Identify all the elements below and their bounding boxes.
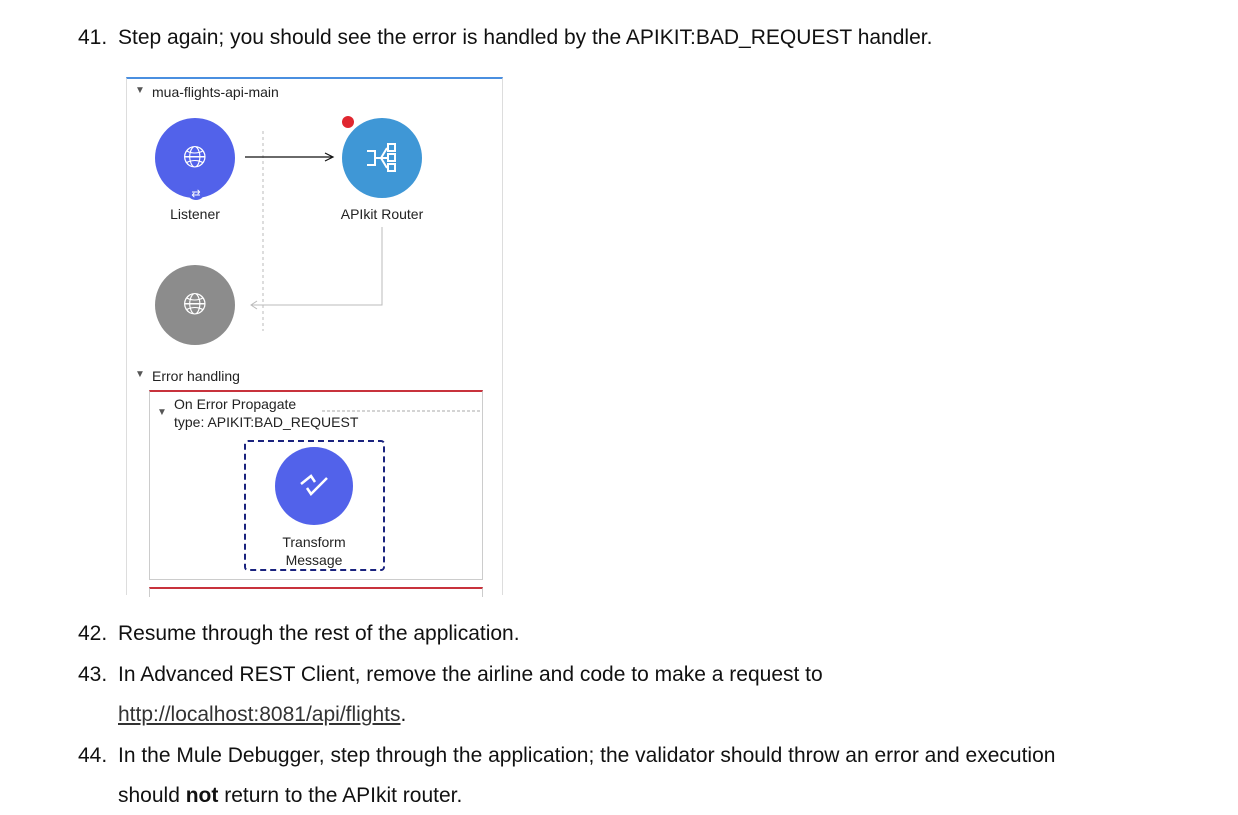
- router-icon: [367, 143, 396, 172]
- transform-message-node[interactable]: [275, 447, 353, 525]
- collapse-triangle-icon[interactable]: ▼: [157, 407, 167, 418]
- listener-label: Listener: [170, 206, 220, 222]
- flow-diagram: ▼ mua-flights-api-main 🌐︎ ⇄ Listener API…: [126, 77, 503, 597]
- transform-label: Message: [285, 552, 343, 568]
- period: .: [400, 703, 407, 726]
- breakpoint-icon[interactable]: [342, 116, 354, 128]
- on-error-title: On Error Propagate: [174, 396, 297, 412]
- text: return to the APIkit router.: [218, 784, 463, 807]
- listener-node[interactable]: 🌐︎: [155, 118, 235, 198]
- exchange-icon: ⇄: [188, 187, 204, 200]
- bold-not: not: [185, 784, 219, 807]
- transform-icon: [300, 474, 328, 496]
- text: should: [118, 784, 186, 807]
- router-label: APIkit Router: [340, 206, 424, 222]
- localhost-link[interactable]: http://localhost:8081/api/flights: [118, 703, 401, 726]
- globe-icon: 🌐︎: [183, 141, 207, 174]
- on-error-type: type: APIKIT:BAD_REQUEST: [174, 414, 359, 430]
- apikit-router-node[interactable]: [342, 118, 422, 198]
- response-node[interactable]: 🌐︎: [155, 265, 235, 345]
- globe-icon: 🌐︎: [183, 288, 207, 321]
- collapse-triangle-icon[interactable]: ▼: [135, 369, 145, 380]
- next-error-scope: [149, 587, 483, 597]
- error-handling-label: Error handling: [152, 368, 240, 384]
- transform-label: Transform: [282, 534, 346, 550]
